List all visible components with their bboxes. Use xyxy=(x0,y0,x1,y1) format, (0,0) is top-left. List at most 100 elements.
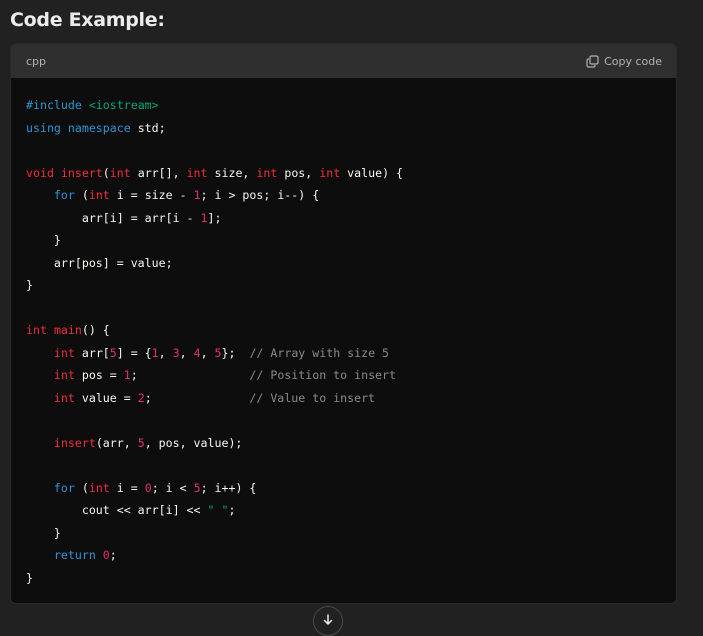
code-content[interactable]: #include <iostream> using namespace std; … xyxy=(11,78,676,589)
code-token: 0 xyxy=(144,480,152,495)
code-token: , xyxy=(200,345,215,360)
code-token: () { xyxy=(81,323,110,337)
code-token: , xyxy=(179,345,194,360)
code-line: arr[pos] = value; xyxy=(26,252,676,275)
code-token: ]; xyxy=(207,210,222,225)
code-line: } xyxy=(26,522,676,545)
code-line: for (int i = size - 1; i > pos; i--) { xyxy=(26,184,676,207)
code-token: ; xyxy=(228,503,236,517)
code-token: // Array with size 5 xyxy=(249,345,390,360)
arrow-down-icon xyxy=(321,612,335,631)
code-line: #include <iostream> xyxy=(26,94,676,117)
code-token: 5 xyxy=(193,480,201,495)
code-line: int pos = 1; // Position to insert xyxy=(26,364,676,387)
code-token: pos, xyxy=(277,165,320,180)
code-line: insert(arr, 5, pos, value); xyxy=(26,432,676,455)
code-line: for (int i = 0; i < 5; i++) { xyxy=(26,477,676,500)
code-token: ; i < xyxy=(151,480,194,495)
code-token: 1 xyxy=(123,368,131,382)
code-token: main xyxy=(53,323,82,337)
scroll-to-bottom-button[interactable] xyxy=(313,606,343,636)
code-token: int xyxy=(256,165,278,180)
code-token: value) { xyxy=(340,165,404,180)
code-token: namespace xyxy=(67,120,131,135)
code-token: 2 xyxy=(137,390,145,405)
code-token: , xyxy=(158,345,173,360)
code-token: 5 xyxy=(109,345,117,360)
code-line: cout << arr[i] << " "; xyxy=(26,499,676,522)
code-token: arr[i] = arr[i - xyxy=(26,210,201,225)
code-token: insert xyxy=(53,435,96,450)
code-token: int xyxy=(109,165,131,180)
code-token: ; i > pos; i--) { xyxy=(200,188,320,202)
code-language-label: cpp xyxy=(26,54,47,68)
code-token: int xyxy=(53,345,75,360)
code-token: // Position to insert xyxy=(249,368,396,382)
code-line: } xyxy=(26,567,676,590)
code-token: ; i++) { xyxy=(200,480,257,495)
code-token: arr[], xyxy=(130,165,187,180)
code-token: insert xyxy=(60,165,103,180)
code-token: size, xyxy=(207,165,257,180)
code-token: 1 xyxy=(193,188,201,202)
code-token: for xyxy=(53,188,75,202)
copy-code-label: Copy code xyxy=(604,54,662,68)
code-token: int xyxy=(88,188,110,202)
code-token: ( xyxy=(102,165,110,180)
code-token: #include xyxy=(26,98,89,112)
code-line: using namespace std; xyxy=(26,117,676,140)
code-block-header: cpp Copy code xyxy=(11,44,676,78)
code-token: int xyxy=(53,390,75,405)
code-line: arr[i] = arr[i - 1]; xyxy=(26,207,676,230)
code-line: int main() { xyxy=(26,319,676,342)
code-token: 1 xyxy=(151,345,159,360)
code-token: ( xyxy=(74,188,89,202)
code-token: }; xyxy=(221,345,250,360)
code-token: } xyxy=(26,525,61,540)
code-token: <iostream> xyxy=(88,98,159,112)
code-token: i = size - xyxy=(109,188,194,202)
code-token: void xyxy=(26,165,54,180)
code-token: 1 xyxy=(200,210,208,225)
code-line: } xyxy=(26,274,676,297)
code-line: } xyxy=(26,229,676,252)
code-token: ] = { xyxy=(116,345,152,360)
code-token: cout << arr[i] << xyxy=(26,503,208,517)
code-token: 5 xyxy=(214,345,222,360)
code-token: ( xyxy=(74,480,89,495)
code-token: int xyxy=(88,480,110,495)
code-token: using xyxy=(26,120,61,135)
code-token: // Value to insert xyxy=(249,390,376,405)
copy-icon xyxy=(586,54,599,68)
code-line: int value = 2; // Value to insert xyxy=(26,387,676,410)
code-line: int arr[5] = {1, 3, 4, 5}; // Array with… xyxy=(26,342,676,365)
code-token: return xyxy=(53,548,96,562)
page-heading: Code Example: xyxy=(10,9,165,31)
code-token: value = xyxy=(74,390,138,405)
code-token: (arr, xyxy=(95,435,138,450)
code-token: ; xyxy=(144,390,250,405)
code-token: } xyxy=(26,278,33,292)
code-token: arr[ xyxy=(74,345,110,360)
code-token: 5 xyxy=(137,435,145,450)
code-token: " " xyxy=(207,503,229,517)
code-token: for xyxy=(53,480,75,495)
code-token: 4 xyxy=(193,345,201,360)
code-line: return 0; xyxy=(26,544,676,567)
copy-code-button[interactable]: Copy code xyxy=(586,55,662,68)
code-token: int xyxy=(319,165,341,180)
